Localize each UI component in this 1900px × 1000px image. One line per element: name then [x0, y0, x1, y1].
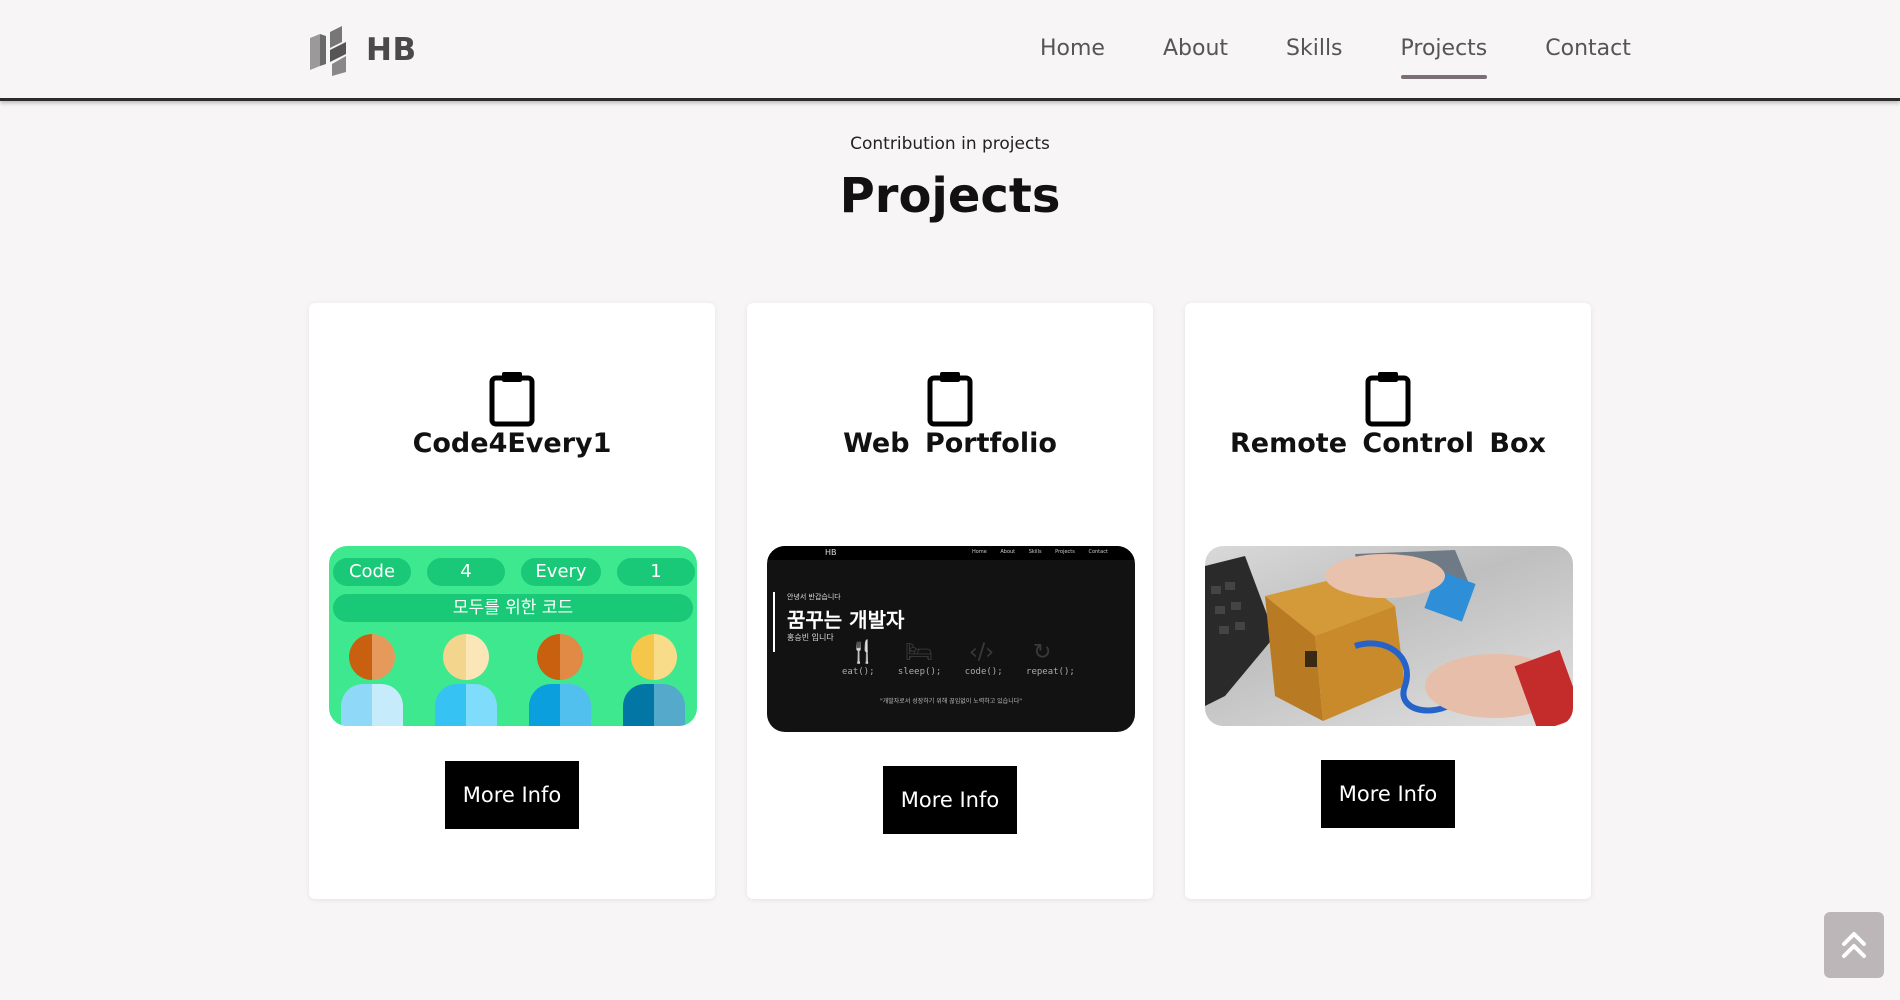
thumb-accent-bar [773, 592, 775, 652]
project-title: Remote Control Box [1230, 428, 1546, 459]
person-figure [435, 634, 497, 726]
clipboard-icon [927, 372, 973, 427]
remote-control-box-photo [1205, 550, 1573, 726]
person-figure [341, 634, 403, 726]
project-thumbnail[interactable]: HB Home About Skills Projects Contact 안녕… [767, 546, 1135, 732]
nav-skills[interactable]: Skills [1286, 36, 1343, 75]
site-header: HB Home About Skills Projects Contact [0, 0, 1900, 101]
thumb-pill: Code [333, 558, 411, 586]
code-icon: ‹/› [969, 640, 995, 665]
thumb-links: Home About Skills Projects Contact [972, 549, 1108, 555]
main-nav: Home About Skills Projects Contact [1040, 36, 1631, 79]
section-subtitle: Contribution in projects [850, 134, 1050, 154]
more-info-button[interactable]: More Info [445, 761, 579, 829]
more-info-button[interactable]: More Info [883, 766, 1017, 834]
more-info-button[interactable]: More Info [1321, 760, 1455, 828]
scroll-to-top-button[interactable] [1824, 912, 1884, 978]
project-thumbnail[interactable]: Code 4 Every 1 모두를 위한 코드 [329, 546, 697, 726]
double-chevron-up-icon [1842, 932, 1866, 958]
thumb-brand: HB [825, 548, 837, 557]
brand[interactable]: HB [308, 24, 417, 76]
nav-contact[interactable]: Contact [1545, 36, 1631, 75]
thumb-pill: Every [521, 558, 601, 586]
person-figure [529, 634, 591, 726]
project-title: Web Portfolio [843, 428, 1057, 459]
nav-projects[interactable]: Projects [1400, 36, 1487, 79]
nav-about[interactable]: About [1163, 36, 1228, 75]
thumb-actions: eat(); sleep(); code(); repeat(); [842, 667, 1075, 677]
thumb-pill: 1 [617, 558, 695, 586]
thumb-headline: 꿈꾸는 개발자 [787, 608, 905, 632]
brand-logo-icon [310, 26, 346, 76]
project-card: Remote Control Box More Info [1185, 303, 1591, 899]
thumb-quote: "개발자로서 성장하기 위해 끊임없이 노력하고 있습니다" [879, 698, 1023, 705]
fork-knife-icon: 🍴 [849, 640, 877, 665]
project-card: Code4Every1 Code 4 Every 1 모두를 위한 코드 Mor… [309, 303, 715, 899]
brand-name: HB [366, 32, 417, 68]
bed-icon: 🛏 [905, 640, 933, 665]
thumb-banner: 모두를 위한 코드 [333, 594, 693, 622]
thumb-pill: 4 [427, 558, 505, 586]
project-card: Web Portfolio HB Home About Skills Proje… [747, 303, 1153, 899]
nav-home[interactable]: Home [1040, 36, 1105, 75]
project-thumbnail[interactable] [1205, 546, 1573, 726]
person-figure [623, 634, 685, 726]
section-title: Projects [839, 168, 1061, 224]
clipboard-icon [489, 372, 535, 427]
repeat-icon: ↻ [1033, 640, 1052, 665]
thumb-mini-nav: HB Home About Skills Projects Contact [767, 546, 1135, 560]
thumb-name: 홍승빈 입니다 [787, 633, 834, 642]
thumb-greeting: 안녕서 반갑습니다 [787, 593, 841, 601]
clipboard-icon [1365, 372, 1411, 427]
project-title: Code4Every1 [412, 428, 612, 459]
